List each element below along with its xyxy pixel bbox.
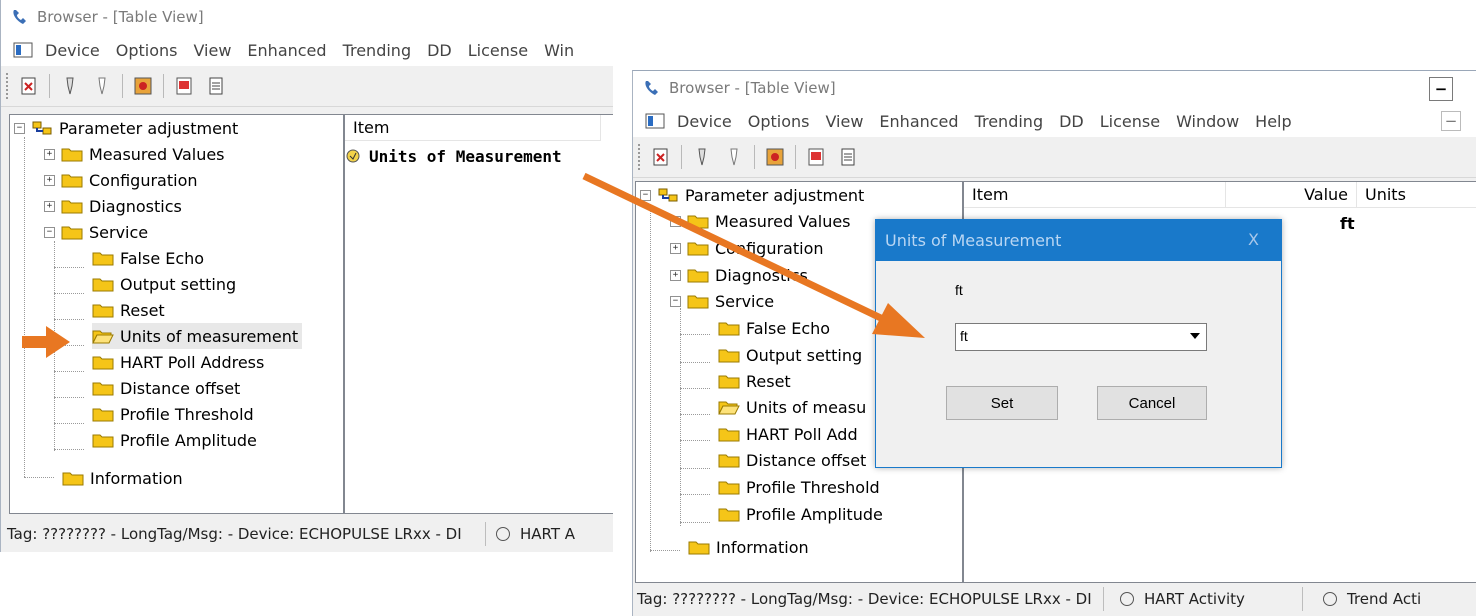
pointer-arrow-diagonal [582, 172, 925, 338]
annotation-arrows [22, 172, 925, 358]
pointer-arrow-left [22, 326, 70, 358]
